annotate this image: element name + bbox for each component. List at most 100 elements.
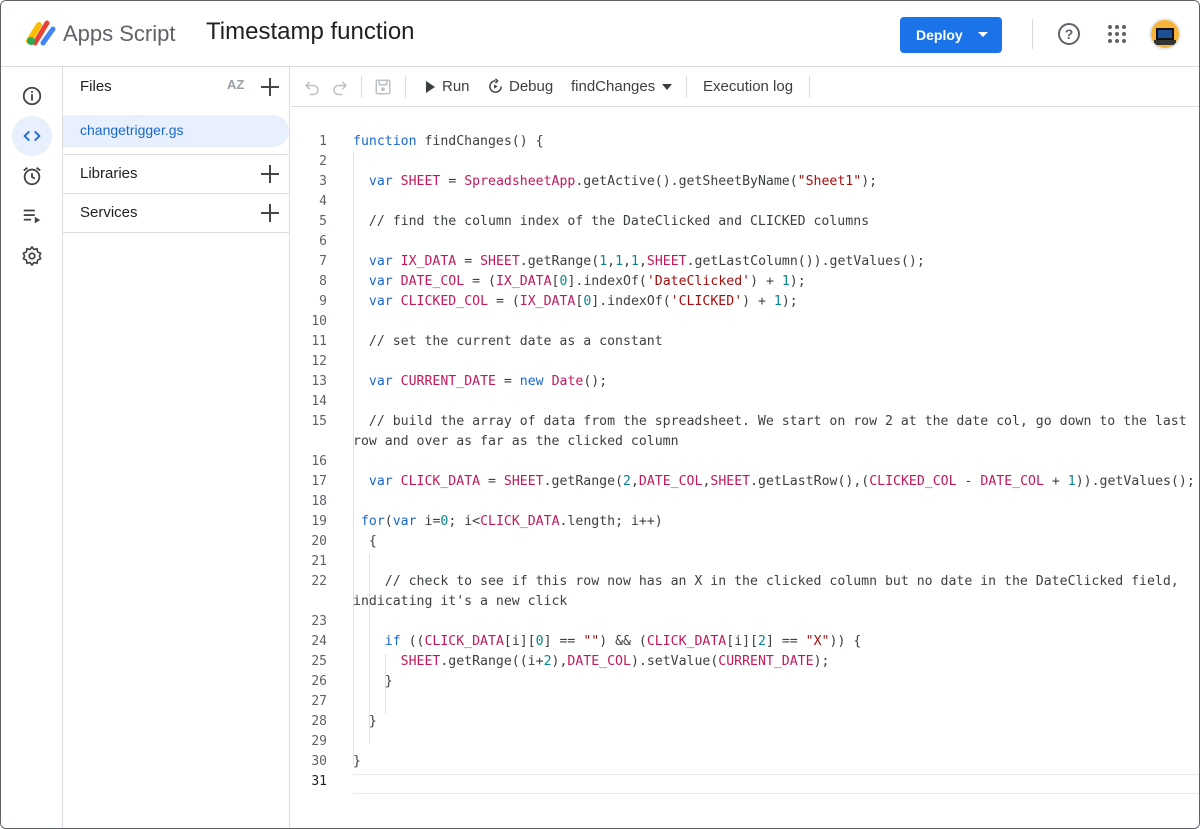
rail-item-editor[interactable] [12, 116, 52, 156]
line-number: 24 [311, 634, 327, 649]
line-number: 25 [311, 654, 327, 669]
rail-item-triggers[interactable] [12, 156, 52, 196]
executions-icon [23, 209, 41, 224]
avatar[interactable] [1149, 18, 1181, 50]
undo-icon[interactable] [303, 78, 321, 96]
code-line: for(var i=0; i<CLICK_DATA.length; i++) [360, 514, 663, 529]
code-line: SHEET.getRange((i+2),DATE_COL).setValue(… [400, 654, 830, 669]
apps-script-logo-icon[interactable] [25, 19, 57, 47]
line-number: 9 [319, 294, 327, 309]
line-number: 14 [311, 394, 327, 409]
divider [405, 76, 406, 98]
code-line: var IX_DATA = SHEET.getRange(1,1,1,SHEET… [368, 254, 925, 269]
chevron-down-icon [978, 32, 988, 37]
line-number: 13 [311, 374, 327, 389]
code-editor[interactable]: 1 2 3 4 5 6 7 8 9 10 11 12 13 14 15 16 17 18 19 20 21 22 23 24 2… [291, 108, 1199, 828]
indent-guide [369, 554, 370, 744]
left-rail [1, 67, 63, 828]
code-line: } [353, 714, 377, 729]
add-service-icon[interactable] [261, 204, 279, 222]
dropdown-arrow-icon [662, 83, 673, 90]
line-number: 18 [311, 494, 327, 509]
code-line: { [353, 534, 377, 549]
execution-log-button[interactable]: Execution log [703, 78, 793, 95]
deploy-button[interactable]: Deploy [900, 17, 1002, 53]
indent-guide [353, 152, 354, 764]
code-line: // check to see if this row now has an X… [353, 574, 1179, 609]
line-number: 17 [311, 474, 327, 489]
app-name: Apps Script [63, 21, 176, 46]
rail-item-settings[interactable] [12, 236, 52, 276]
code-icon [23, 130, 41, 142]
line-number: 27 [311, 694, 327, 709]
files-title: Files [80, 78, 112, 95]
line-number: 7 [319, 254, 327, 269]
divider [686, 76, 687, 98]
add-library-icon[interactable] [261, 165, 279, 183]
line-number: 15 [311, 414, 327, 429]
run-button[interactable]: Run [426, 78, 470, 95]
code-line: function findChanges() { [353, 134, 544, 149]
redo-icon[interactable] [331, 78, 349, 96]
project-title[interactable]: Timestamp function [206, 18, 415, 46]
divider [1032, 19, 1033, 49]
alarm-clock-icon [23, 167, 41, 186]
function-select[interactable]: findChanges [571, 78, 673, 95]
code-line: // set the current date as a constant [353, 334, 663, 349]
play-icon [426, 80, 435, 93]
line-number: 28 [311, 714, 327, 729]
line-number: 1 [319, 134, 327, 149]
deploy-button-label: Deploy [916, 27, 963, 43]
save-icon[interactable] [374, 78, 392, 96]
divider [63, 193, 290, 194]
line-number: 12 [311, 354, 327, 369]
services-label[interactable]: Services [80, 204, 138, 221]
divider [361, 76, 362, 98]
line-number: 2 [319, 154, 327, 169]
line-number: 16 [311, 454, 327, 469]
rail-item-executions[interactable] [12, 196, 52, 236]
app-window: Apps Script Timestamp function Deploy ? [0, 0, 1200, 829]
line-number: 26 [311, 674, 327, 689]
code-line: } [353, 674, 393, 689]
editor-toolbar: Run Debug findChanges Execution log [291, 67, 1199, 107]
gear-icon [22, 246, 42, 266]
divider [63, 154, 290, 155]
code-line: // find the column index of the DateClic… [353, 214, 870, 229]
divider [809, 76, 810, 98]
line-number: 19 [311, 514, 327, 529]
line-number: 22 [311, 574, 327, 589]
libraries-label[interactable]: Libraries [80, 165, 138, 182]
code-line: if ((CLICK_DATA[i][0] == "") && (CLICK_D… [384, 634, 862, 649]
debug-label: Debug [509, 78, 554, 95]
line-number: 8 [319, 274, 327, 289]
files-header: Files AZ [63, 67, 290, 107]
files-panel: Files AZ changetrigger.gs Libraries Serv… [63, 67, 290, 828]
line-number: 20 [311, 534, 327, 549]
divider [63, 232, 290, 233]
add-file-icon[interactable] [261, 78, 279, 96]
debug-icon [489, 78, 502, 93]
run-label: Run [442, 78, 470, 95]
apps-grid-icon[interactable] [1108, 25, 1126, 43]
file-item[interactable]: changetrigger.gs [63, 115, 289, 147]
file-name: changetrigger.gs [80, 122, 184, 138]
current-line-highlight [353, 774, 1199, 794]
code-line: var DATE_COL = (IX_DATA[0].indexOf('Date… [368, 274, 806, 289]
sort-az-icon[interactable]: AZ [227, 77, 244, 92]
help-icon[interactable]: ? [1058, 23, 1080, 45]
code-line: var SHEET = SpreadsheetApp.getActive().g… [368, 174, 878, 189]
line-number: 3 [319, 174, 327, 189]
line-number: 4 [319, 194, 327, 209]
line-number: 29 [311, 734, 327, 749]
code-line: } [353, 754, 361, 769]
rail-item-overview[interactable] [12, 76, 52, 116]
code-line: var CLICK_DATA = SHEET.getRange(2,DATE_C… [368, 474, 1195, 489]
line-number: 5 [319, 214, 327, 229]
function-select-value: findChanges [571, 78, 656, 95]
line-number: 6 [319, 234, 327, 249]
line-number: 21 [311, 554, 327, 569]
execution-log-label: Execution log [703, 78, 794, 95]
debug-button[interactable]: Debug [487, 78, 553, 95]
top-bar: Apps Script Timestamp function Deploy ? [1, 1, 1199, 67]
